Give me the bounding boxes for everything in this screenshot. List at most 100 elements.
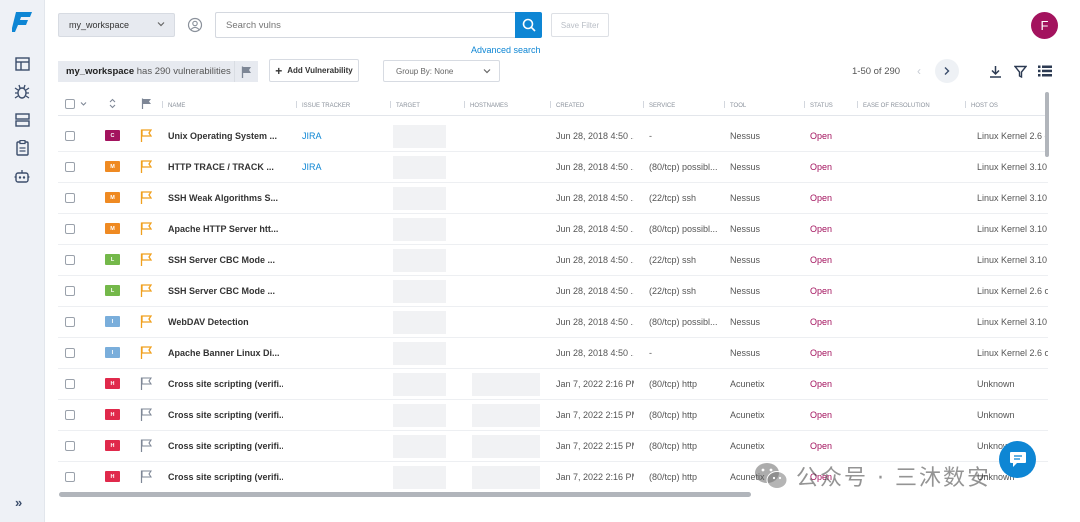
flag-icon[interactable] <box>140 253 152 266</box>
vulnerability-name[interactable]: Cross site scripting (verifi... <box>168 441 283 451</box>
vulnerability-name[interactable]: Cross site scripting (verifi... <box>168 410 283 420</box>
table-row[interactable]: M HTTP TRACE / TRACK ... JIRA Jun 28, 2018 … <box>58 152 1048 183</box>
user-avatar[interactable]: F <box>1031 12 1058 39</box>
column-header-service[interactable]: SERVICE <box>643 101 675 109</box>
download-icon[interactable] <box>988 64 1002 78</box>
column-header-status[interactable]: STATUS <box>804 101 833 109</box>
user-circle-icon[interactable] <box>187 17 203 33</box>
row-checkbox[interactable] <box>65 193 75 203</box>
column-header-name[interactable]: NAME <box>162 101 185 109</box>
row-checkbox[interactable] <box>65 286 75 296</box>
table-row[interactable]: I Apache Banner Linux Di... Jun 28, 2018 4… <box>58 338 1048 369</box>
vulnerability-name[interactable]: SSH Server CBC Mode ... <box>168 286 283 296</box>
row-checkbox[interactable] <box>65 410 75 420</box>
severity-badge: C <box>105 130 120 141</box>
flag-icon[interactable] <box>140 222 152 235</box>
column-header-host-os[interactable]: HOST OS <box>965 101 998 109</box>
column-header-target[interactable]: TARGET <box>390 101 420 109</box>
sort-severity-icon[interactable] <box>109 98 116 109</box>
table-row[interactable]: C Unix Operating System ... JIRA Jun 28, 20… <box>58 121 1048 152</box>
row-checkbox[interactable] <box>65 317 75 327</box>
row-checkbox[interactable] <box>65 255 75 265</box>
chevron-down-icon[interactable] <box>80 101 87 107</box>
column-header-ease-of-resolution[interactable]: EASE OF RESOLUTION <box>857 101 930 109</box>
issue-tracker-link[interactable]: JIRA <box>302 131 322 141</box>
advanced-search-link[interactable]: Advanced search <box>471 45 541 55</box>
reports-clipboard-icon[interactable] <box>13 139 31 157</box>
flag-icon[interactable] <box>140 160 152 173</box>
table-row[interactable]: H Cross site scripting (verifi... Jan 7, 2… <box>58 400 1048 431</box>
flag-icon[interactable] <box>140 129 152 142</box>
table-row[interactable]: M SSH Weak Algorithms S... Jun 28, 2018 4:… <box>58 183 1048 214</box>
faraday-logo-icon[interactable] <box>12 10 34 34</box>
vulnerability-name[interactable]: WebDAV Detection <box>168 317 283 327</box>
vulnerability-name[interactable]: SSH Server CBC Mode ... <box>168 255 283 265</box>
vertical-scrollbar[interactable] <box>1045 92 1049 157</box>
status-value: Open <box>810 379 833 389</box>
table-row[interactable]: I WebDAV Detection Jun 28, 2018 4:50 ... (8… <box>58 307 1048 338</box>
horizontal-scrollbar[interactable] <box>59 492 751 497</box>
row-checkbox[interactable] <box>65 441 75 451</box>
table-row[interactable]: L SSH Server CBC Mode ... Jun 28, 2018 4:5… <box>58 245 1048 276</box>
flag-column-icon[interactable] <box>141 98 152 109</box>
row-checkbox[interactable] <box>65 348 75 358</box>
flag-icon[interactable] <box>140 315 152 328</box>
status-value: Open <box>810 162 833 172</box>
issue-tracker-link[interactable]: JIRA <box>302 162 322 172</box>
workspace-selector[interactable]: my_workspace <box>58 13 175 37</box>
severity-badge: M <box>105 223 120 234</box>
column-header-hostnames[interactable]: HOSTNAMES <box>464 101 508 109</box>
created-date: Jun 28, 2018 4:50 ... <box>556 286 634 296</box>
next-page-button[interactable] <box>935 59 959 83</box>
add-vulnerability-button[interactable]: + Add Vulnerability <box>269 59 359 82</box>
vulnerability-name[interactable]: SSH Weak Algorithms S... <box>168 193 283 203</box>
vulnerability-name[interactable]: Unix Operating System ... <box>168 131 283 141</box>
flag-icon[interactable] <box>140 377 152 390</box>
row-checkbox[interactable] <box>65 162 75 172</box>
column-header-issue-tracker[interactable]: ISSUE TRACKER <box>296 101 350 109</box>
expand-sidebar-icon[interactable]: » <box>15 495 22 510</box>
hosts-server-icon[interactable] <box>13 111 31 129</box>
confirmed-filter-button[interactable] <box>234 61 258 82</box>
search-button[interactable] <box>515 12 542 38</box>
table-row[interactable]: L SSH Server CBC Mode ... Jun 28, 2018 4:5… <box>58 276 1048 307</box>
flag-icon[interactable] <box>140 439 152 452</box>
vulnerability-name[interactable]: Apache Banner Linux Di... <box>168 348 283 358</box>
chat-support-button[interactable] <box>999 441 1036 478</box>
flag-icon[interactable] <box>140 284 152 297</box>
dashboard-icon[interactable] <box>13 55 31 73</box>
group-by-select[interactable]: Group By: None <box>383 60 500 82</box>
column-header-created[interactable]: CREATED <box>550 101 584 109</box>
save-filter-button[interactable]: Save Filter <box>551 13 609 37</box>
flag-icon[interactable] <box>140 470 152 483</box>
vulnerabilities-bug-icon[interactable] <box>13 83 31 101</box>
column-list-icon[interactable] <box>1038 64 1052 78</box>
search-input[interactable] <box>215 12 516 38</box>
column-header-issue-tracker-label: ISSUE TRACKER <box>302 103 351 109</box>
severity-badge: I <box>105 316 120 327</box>
table-row[interactable]: H Cross site scripting (verifi... Jan 7, 2… <box>58 431 1048 462</box>
severity-badge: H <box>105 471 120 482</box>
host-os-value: Unknown <box>977 379 1015 389</box>
row-checkbox[interactable] <box>65 379 75 389</box>
table-row[interactable]: M Apache HTTP Server htt... Jun 28, 2018 4… <box>58 214 1048 245</box>
flag-icon[interactable] <box>140 346 152 359</box>
previous-page-icon[interactable]: ‹ <box>917 64 921 78</box>
vulnerability-name[interactable]: HTTP TRACE / TRACK ... <box>168 162 283 172</box>
flag-icon[interactable] <box>140 408 152 421</box>
row-checkbox[interactable] <box>65 224 75 234</box>
status-value: Open <box>810 131 833 141</box>
vulnerability-name[interactable]: Cross site scripting (verifi... <box>168 472 283 482</box>
flag-icon[interactable] <box>140 191 152 204</box>
vulnerability-name[interactable]: Apache HTTP Server htt... <box>168 224 283 234</box>
row-checkbox[interactable] <box>65 131 75 141</box>
filter-icon[interactable] <box>1013 64 1027 78</box>
target-redacted <box>393 435 446 458</box>
table-row[interactable]: H Cross site scripting (verifi... Jan 7, 2… <box>58 369 1048 400</box>
select-all-checkbox[interactable] <box>65 99 75 109</box>
vulnerability-name[interactable]: Cross site scripting (verifi... <box>168 379 283 389</box>
column-header-tool[interactable]: TOOL <box>724 101 746 109</box>
row-checkbox[interactable] <box>65 472 75 482</box>
automation-robot-icon[interactable] <box>13 167 31 185</box>
service-value: (22/tcp) ssh <box>649 193 697 203</box>
